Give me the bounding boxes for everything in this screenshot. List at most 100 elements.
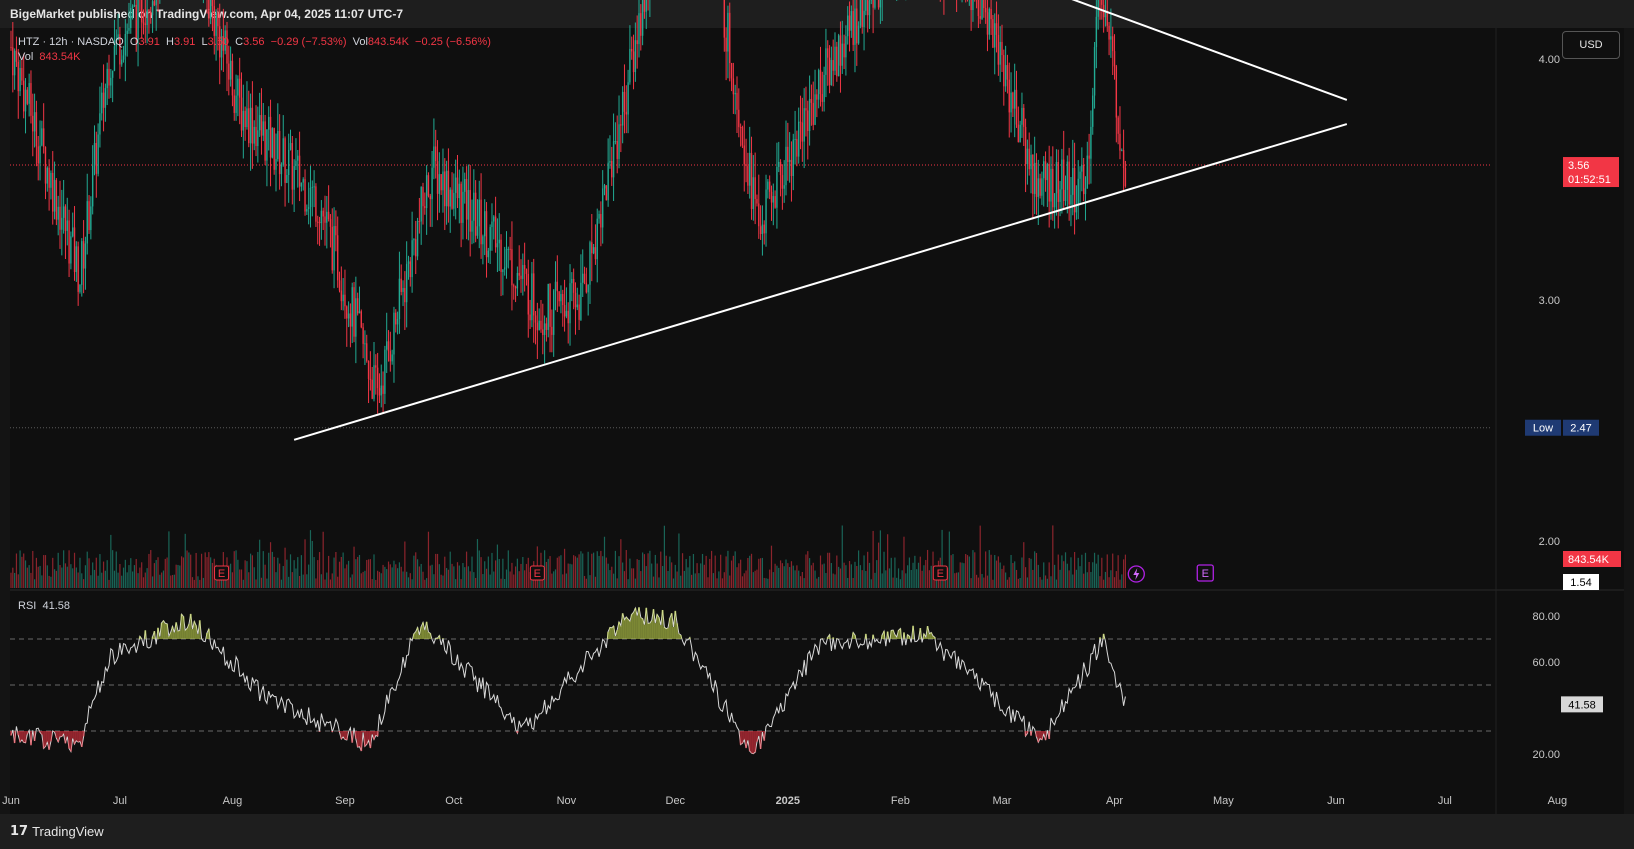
volume-bar <box>1104 571 1107 588</box>
volume-bar <box>130 558 132 588</box>
volume-bar <box>562 574 564 588</box>
candle-body <box>373 365 375 399</box>
candle-body <box>1024 126 1027 165</box>
volume-bar <box>475 577 477 588</box>
volume-bar <box>656 563 658 588</box>
earnings-marker[interactable]: E <box>214 565 230 581</box>
candle-body <box>589 242 591 285</box>
volume-bar <box>514 566 517 588</box>
volume-bar <box>563 548 566 588</box>
candle-body <box>315 186 317 222</box>
candle-body <box>465 178 468 220</box>
candle-body <box>324 216 326 223</box>
candle-body <box>776 166 778 208</box>
volume-bar <box>749 555 751 588</box>
volume-bar <box>340 556 342 588</box>
candle-body <box>609 160 611 163</box>
candle-body <box>1112 36 1114 52</box>
volume-bar <box>867 551 869 588</box>
volume-bar <box>698 573 700 588</box>
volume-bar <box>1077 557 1079 588</box>
volume-bar <box>692 553 695 588</box>
volume-bar <box>725 556 727 588</box>
volume-bar <box>347 560 350 588</box>
volume-bar <box>233 551 235 588</box>
upcoming-earnings-marker[interactable]: E <box>1196 564 1214 582</box>
candle-body <box>251 107 254 144</box>
candle-body <box>111 70 114 78</box>
candle-body <box>280 164 283 175</box>
candle-body <box>503 267 506 270</box>
volume-bar <box>818 576 820 588</box>
rsi-legend[interactable]: RSI 41.58 <box>18 600 70 612</box>
footer-bar: 17 TradingView <box>0 814 1634 849</box>
candle-body <box>1023 107 1025 127</box>
volume-bar <box>480 557 482 588</box>
volume-bar <box>28 565 30 588</box>
tradingview-logo[interactable]: 17 TradingView <box>10 824 104 839</box>
candle-body <box>531 273 533 321</box>
candle-body <box>788 159 791 162</box>
volume-bar <box>1097 554 1099 588</box>
volume-bar <box>1032 569 1034 588</box>
candle-body <box>262 121 264 136</box>
volume-bar <box>10 572 12 588</box>
volume-bar <box>413 555 415 588</box>
volume-bar <box>63 550 65 588</box>
candle-body <box>1055 162 1058 194</box>
volume-bar <box>970 578 972 588</box>
volume-bar <box>691 574 693 588</box>
candle-body <box>627 82 629 115</box>
candle-body <box>32 115 34 132</box>
earnings-marker[interactable]: E <box>529 565 545 581</box>
symbol-line[interactable]: HTZ · 12h · NASDAQ <box>18 36 124 48</box>
candle-body <box>830 60 833 86</box>
volume-bar <box>197 576 199 588</box>
volume-bar <box>727 550 729 588</box>
candle-body <box>986 12 989 35</box>
volume-bar <box>1073 552 1076 588</box>
volume-bar <box>313 557 315 588</box>
volume-bar <box>400 566 402 588</box>
volume-bar <box>1075 569 1078 588</box>
volume-bar <box>280 579 283 588</box>
earnings-marker[interactable]: E <box>932 565 948 581</box>
current-price-value: 3.56 <box>1568 160 1589 172</box>
candle-body <box>725 37 727 52</box>
volume-bar <box>916 569 918 588</box>
candle-body <box>1019 124 1021 143</box>
volume-bar <box>487 556 489 588</box>
volume-bar <box>923 565 925 588</box>
volume-bar <box>446 568 448 588</box>
time-tick: Aug <box>223 795 243 807</box>
volume-bar <box>59 565 61 588</box>
volume-bar <box>560 555 562 588</box>
volume-bar <box>119 564 121 588</box>
volume-bar <box>988 550 990 588</box>
candle-body <box>832 60 834 71</box>
volume-bar <box>645 566 647 588</box>
volume-bar <box>723 572 725 588</box>
volume-bar <box>204 552 206 588</box>
candle-body <box>90 206 92 231</box>
volume-bar <box>489 574 491 588</box>
volume-bar <box>200 553 203 588</box>
candle-body <box>560 294 562 302</box>
volume-bar <box>244 560 246 588</box>
volume-bar <box>1026 577 1028 588</box>
volume-bar <box>643 554 646 588</box>
candle-body <box>847 15 849 37</box>
candle-body <box>585 282 588 293</box>
volume-bar <box>585 578 587 588</box>
price-change: −0.29 (−7.53%) <box>270 36 347 48</box>
candle-body <box>799 121 802 123</box>
candle-body <box>999 41 1001 65</box>
volume-bar <box>260 577 263 588</box>
candle-body <box>629 48 631 83</box>
volume-legend-label[interactable]: Vol <box>18 51 33 63</box>
currency-button[interactable]: USD <box>1562 31 1620 59</box>
price-chart[interactable]: EEEE6.005.505.004.504.003.002.00High5.32… <box>0 0 1634 849</box>
candle-body <box>342 294 344 302</box>
volume-bar <box>284 547 286 588</box>
lightning-icon[interactable] <box>1127 565 1145 583</box>
